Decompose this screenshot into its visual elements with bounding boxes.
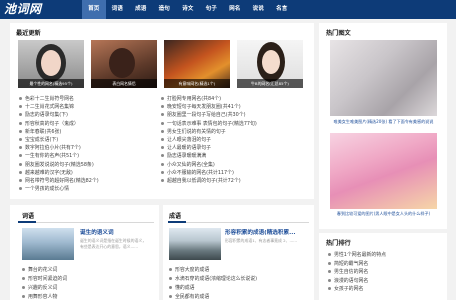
- divider-accent: [168, 221, 186, 223]
- list-item[interactable]: 浪漫的语句网名: [328, 278, 368, 285]
- nav-item-nicknames[interactable]: 网名: [223, 0, 247, 19]
- thumb-caption: 牛B的网名(汇总85个): [237, 79, 303, 88]
- list-item[interactable]: 舞台的花义词: [22, 267, 57, 274]
- hot-rank-title: 热门排行: [326, 240, 351, 247]
- hot-pic-caption[interactable]: 唯美女生唯美图片(精选20张) 看了下面令有美感的说说: [328, 119, 439, 125]
- site-logo[interactable]: 池词网: [4, 1, 42, 17]
- main-menu: 首页 词语 成语 造句 诗文 句子 网名 说说 名言: [82, 0, 294, 19]
- list-item[interactable]: 十二生肖花式网名集锦: [19, 104, 74, 111]
- words-feature-desc: 诞生的语义词是指在诞生时候的语义，有些是表达开心的意思，语义......: [80, 238, 147, 249]
- nav-item-quotes[interactable]: 句子: [200, 0, 224, 19]
- list-item[interactable]: 简短的霸气网名: [328, 261, 368, 268]
- list-item[interactable]: 女孩子的网名: [328, 286, 363, 293]
- hot-rank-list: 男性1个网名最新的特点 简短的霸气网名 男生自信的网名 浪漫的语句网名 女孩子的…: [328, 252, 444, 300]
- nav-item-idioms[interactable]: 成语: [129, 0, 153, 19]
- nav-item-home[interactable]: 首页: [82, 0, 106, 19]
- list-item[interactable]: 形容时间紧迫的词: [22, 276, 67, 283]
- list-item[interactable]: 懂的成语: [169, 285, 195, 292]
- idioms-feature-desc: 形容积累的成语1、有志者事竟成 2、......: [225, 238, 297, 243]
- recent-title: 最近更新: [16, 30, 41, 37]
- idioms-list: 形容大度的成语 水滴石穿的成语(浓缩理论这么长说说) 懂的成语 全民都有的成语: [169, 267, 309, 300]
- thumb-caption: 最个性的网名(精选95个): [18, 79, 84, 88]
- list-item[interactable]: 朋友圈发说说的句子(精选58条): [19, 162, 94, 169]
- list-item[interactable]: 晚安短句子每天发朋友圈(共41个): [161, 104, 241, 111]
- nav-item-posts[interactable]: 说说: [247, 0, 271, 19]
- list-item[interactable]: 一生有你的名声(共51个): [19, 153, 79, 160]
- list-item[interactable]: 数字阿拉伯小片(共有7个): [19, 145, 81, 152]
- list-item[interactable]: 兴趣的反义词: [22, 285, 57, 292]
- list-item[interactable]: 朋友圈里一段句子写给自己(共30个): [161, 112, 246, 119]
- divider: [18, 222, 154, 223]
- idioms-feature-title[interactable]: 形容积累的成语(精选积累...: [225, 228, 309, 236]
- top-nav: 池词网 首页 词语 成语 造句 诗文 句子 网名 说说 名言: [0, 0, 456, 19]
- list-item[interactable]: 小众不服输的网名(共计117个): [161, 170, 234, 177]
- thumb-caption: 有意味网名(精选1个): [164, 79, 230, 88]
- list-item[interactable]: 水滴石穿的成语(浓缩理论这么长说说): [169, 276, 257, 283]
- list-item[interactable]: 让人眼尖落泪的句子: [161, 137, 211, 144]
- words-list: 舞台的花义词 形容时间紧迫的词 兴趣的反义词 用舞形容人物: [22, 267, 152, 300]
- list-item[interactable]: 男女生们说的有关情的句子: [161, 129, 226, 136]
- list-item[interactable]: 让人最暖的语录句子: [161, 145, 211, 152]
- words-feature-title[interactable]: 诞生的语义词: [80, 228, 114, 236]
- words-feature-image[interactable]: [22, 228, 74, 260]
- words-title[interactable]: 词语: [22, 211, 34, 220]
- thumb-card[interactable]: 牛B的网名(汇总85个): [237, 40, 303, 88]
- list-item[interactable]: 全民都有的成语: [169, 294, 209, 300]
- thumb-caption: 表白网名情侣: [91, 79, 157, 88]
- hot-pic-image[interactable]: [330, 133, 437, 209]
- idioms-title[interactable]: 成语: [169, 211, 181, 220]
- thumb-card[interactable]: 表白网名情侣: [91, 40, 157, 88]
- recent-list-right: 打脸网专用网名(共84个) 晚安短句子每天发朋友圈(共41个) 朋友圈里一段句子…: [161, 96, 309, 196]
- list-item[interactable]: 一个男孩的成长心情: [19, 186, 69, 193]
- list-item[interactable]: 用舞形容人物: [22, 294, 57, 300]
- nav-item-famous-quotes[interactable]: 名言: [270, 0, 294, 19]
- recent-list-left: 色彩十二生肖符号网名 十二生肖花式网名集锦 励志的语录句集(下) 形容秋高的句子…: [19, 96, 159, 196]
- list-item[interactable]: 男生自信的网名: [328, 269, 368, 276]
- list-item[interactable]: 色彩十二生肖符号网名: [19, 96, 74, 103]
- hot-pics-title: 热门图文: [326, 30, 351, 37]
- thumb-card[interactable]: 有意味网名(精选1个): [164, 40, 230, 88]
- divider-accent: [18, 221, 36, 223]
- list-item[interactable]: 形容秋高的句子（鬼成）: [19, 121, 79, 128]
- idioms-feature-image[interactable]: [169, 228, 221, 260]
- nav-item-poems[interactable]: 诗文: [176, 0, 200, 19]
- list-item[interactable]: 形容大度的成语: [169, 267, 209, 274]
- recent-thumbs: 最个性的网名(精选95个) 表白网名情侣 有意味网名(精选1个) 牛B的网名(汇…: [18, 40, 303, 88]
- list-item[interactable]: 新年春联(共6张): [19, 129, 61, 136]
- list-item[interactable]: 打脸网专用网名(共84个): [161, 96, 221, 103]
- nav-item-words[interactable]: 词语: [106, 0, 130, 19]
- divider: [168, 222, 309, 223]
- list-item[interactable]: 超越自我以低调的句子(共计72个): [161, 178, 241, 185]
- list-item[interactable]: 小众又仙的网名(全集): [161, 162, 215, 169]
- list-item[interactable]: 男性1个网名最新的特点: [328, 252, 386, 259]
- list-item[interactable]: 励志的语录句集(下): [19, 112, 68, 119]
- list-item[interactable]: 励志语录暖暖满满: [161, 153, 206, 160]
- hot-pic-image[interactable]: [330, 40, 437, 116]
- list-item[interactable]: 网名带符号的超好网名(精选82个): [19, 178, 99, 185]
- list-item[interactable]: 一句话表示难事 表情包的句子(精选77句): [161, 121, 257, 128]
- nav-item-sentences[interactable]: 造句: [153, 0, 177, 19]
- list-item[interactable]: 宝宝成长语(下): [19, 137, 58, 144]
- thumb-card[interactable]: 最个性的网名(精选95个): [18, 40, 84, 88]
- hot-pic-caption[interactable]: 春到比较可爱的图片(男人眼中是女人头的什么样子): [328, 211, 439, 217]
- list-item[interactable]: 越来越难的汉字(无敌): [19, 170, 73, 177]
